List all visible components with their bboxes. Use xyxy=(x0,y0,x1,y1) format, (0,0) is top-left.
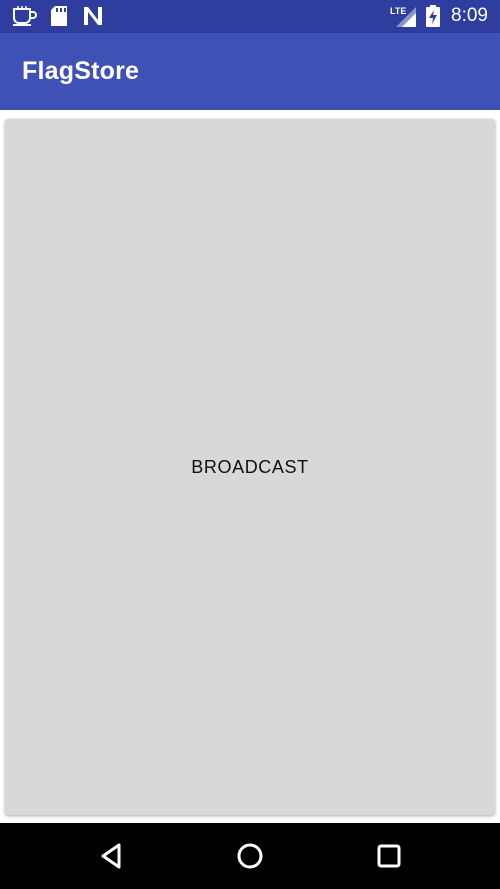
home-icon[interactable] xyxy=(235,841,265,871)
sd-card-icon xyxy=(51,6,67,26)
lte-label: LTE xyxy=(390,6,406,16)
app-bar: FlagStore xyxy=(0,33,500,110)
status-time: 8:09 xyxy=(451,5,488,26)
n-notification-icon xyxy=(84,7,102,25)
lte-signal-icon: LTE xyxy=(390,6,416,27)
coffee-notification-icon xyxy=(13,6,37,26)
app-title: FlagStore xyxy=(22,57,140,85)
content-area: BROADCAST xyxy=(0,110,500,823)
broadcast-button[interactable]: BROADCAST xyxy=(5,119,495,815)
back-icon[interactable] xyxy=(97,841,127,871)
navigation-bar xyxy=(0,823,500,889)
status-bar: LTE 8:09 xyxy=(0,0,500,33)
recents-icon[interactable] xyxy=(374,841,404,871)
battery-charging-icon xyxy=(426,5,440,27)
